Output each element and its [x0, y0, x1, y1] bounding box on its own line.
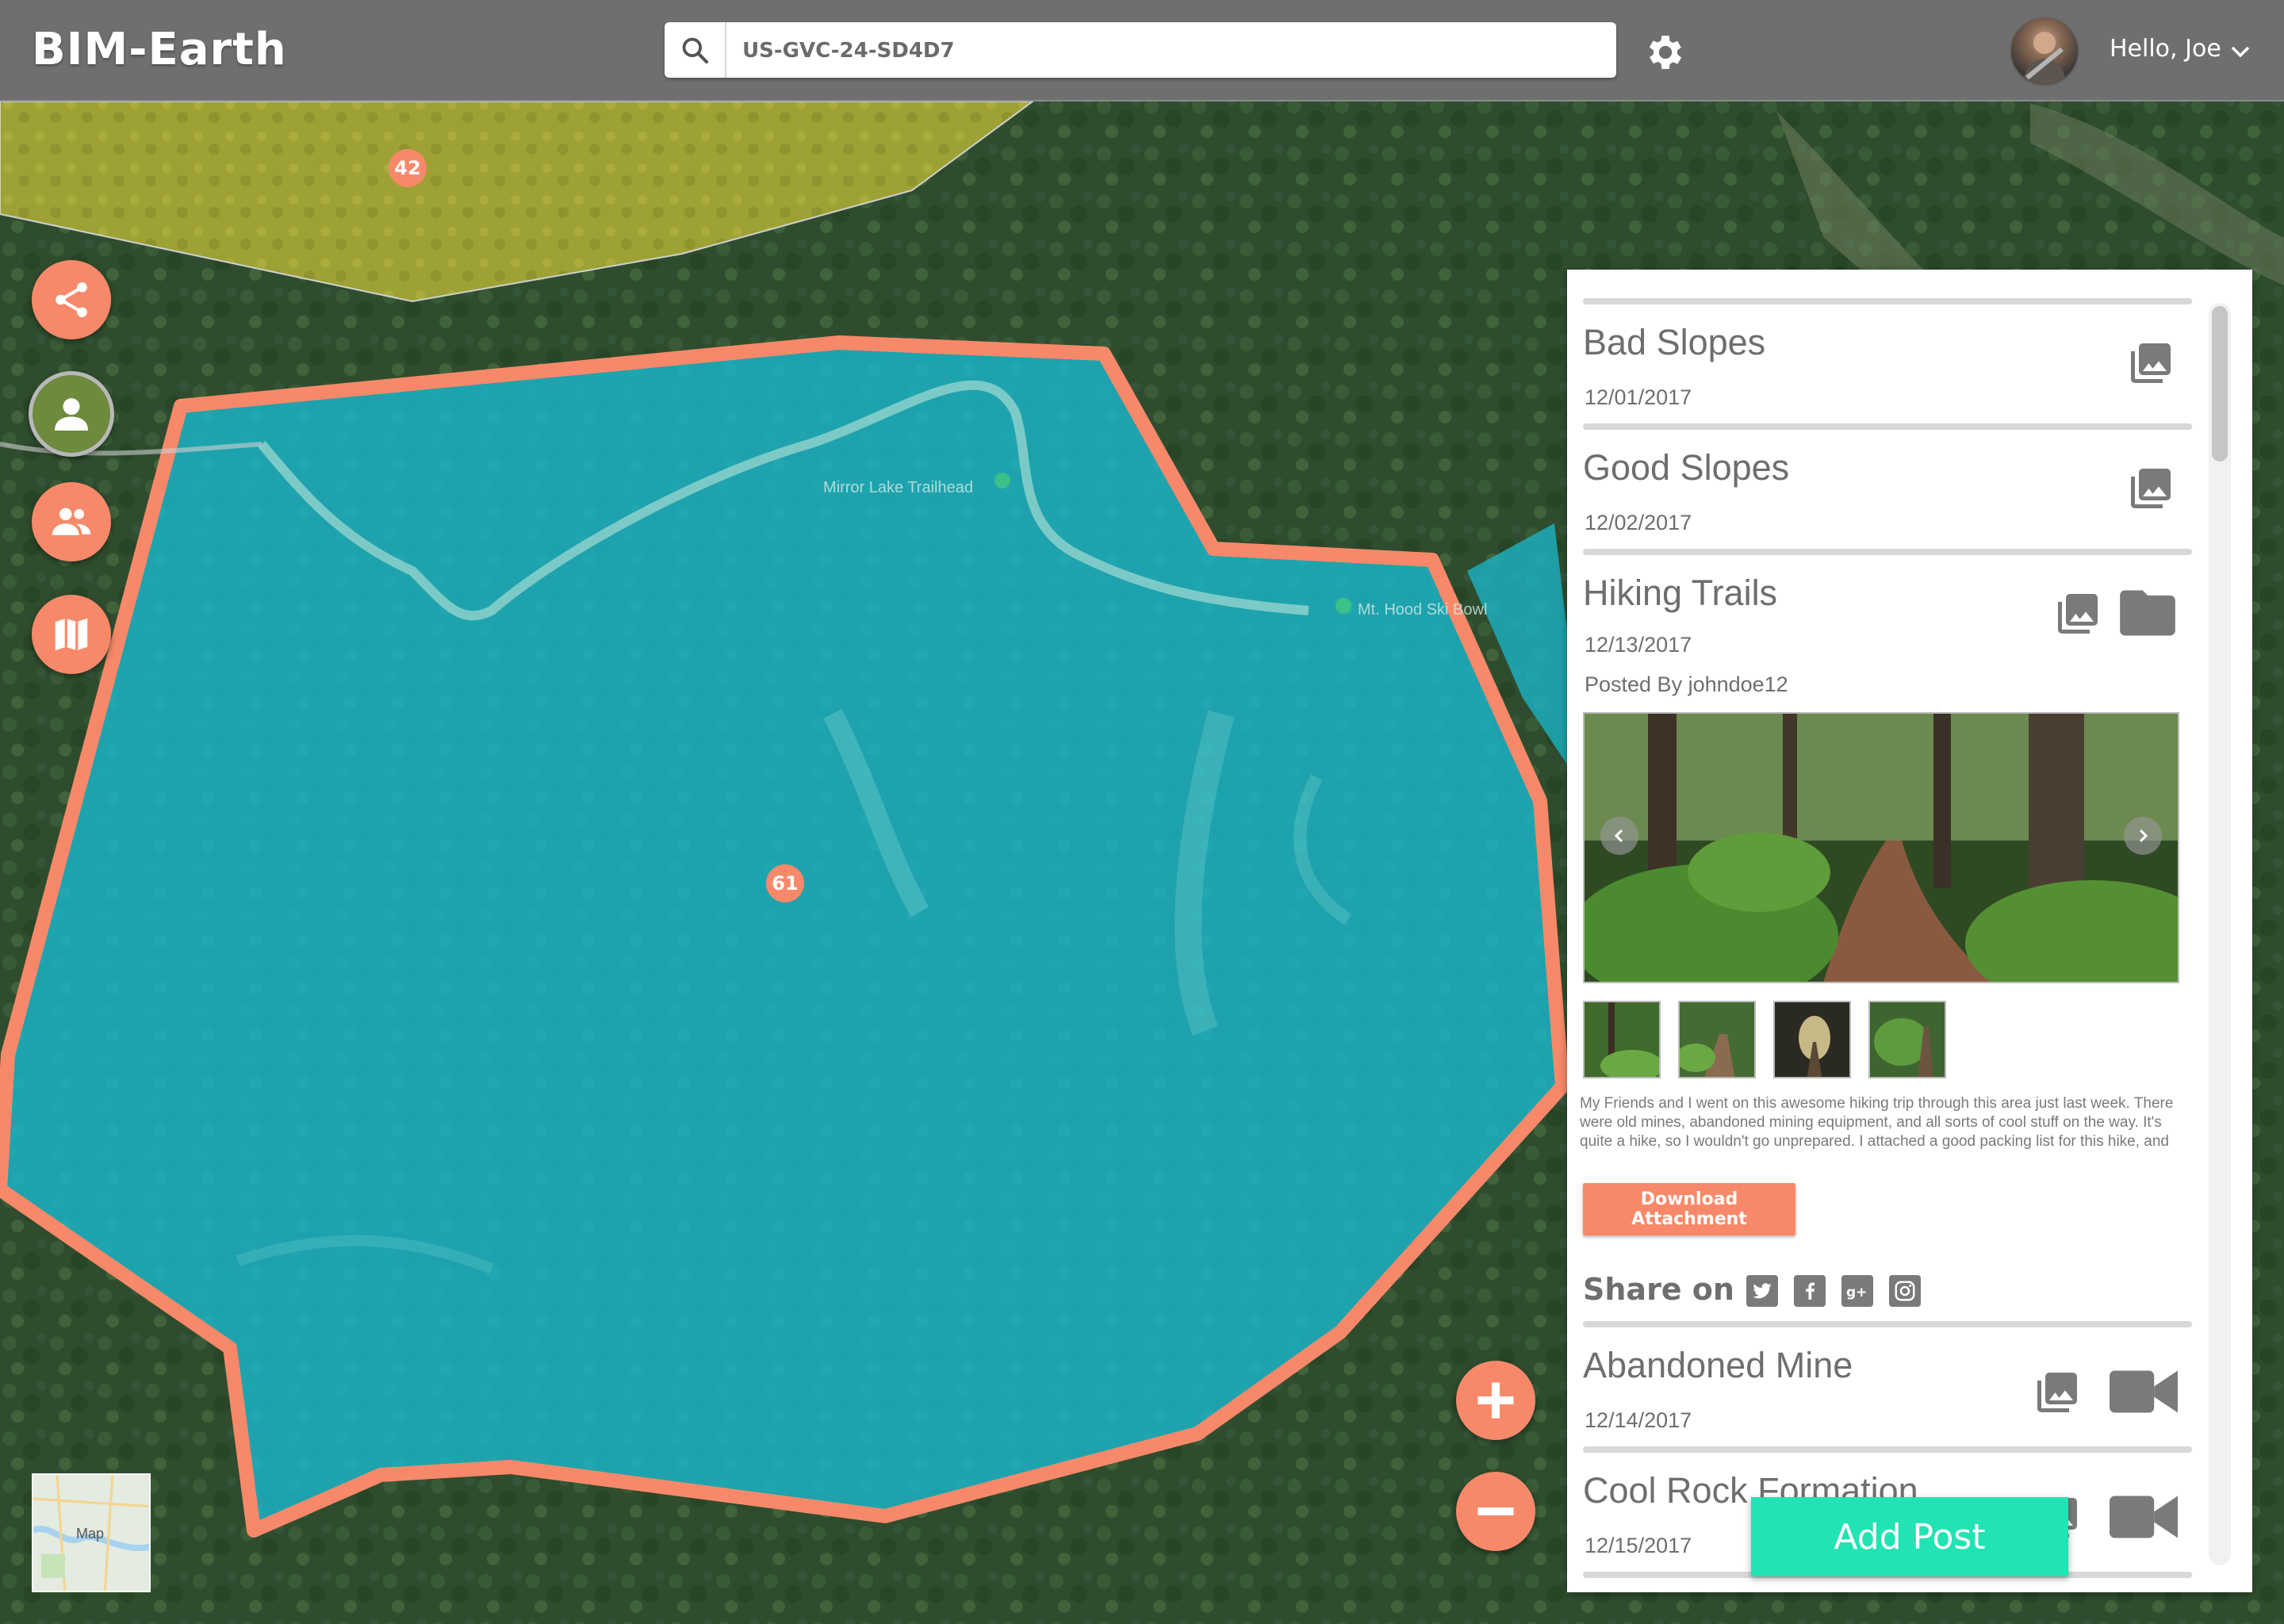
- person-icon: [55, 398, 88, 431]
- posted-by: Posted By johndoe12: [1585, 672, 1788, 696]
- divider: [1583, 1321, 2192, 1327]
- share-label: Share on :: [1583, 1272, 1757, 1307]
- post-title[interactable]: Hiking Trails: [1583, 573, 1777, 614]
- twitter-icon[interactable]: [1746, 1275, 1778, 1307]
- photo-library-icon[interactable]: [2054, 590, 2102, 638]
- post-photo[interactable]: [1583, 712, 2179, 983]
- prev-photo-button[interactable]: [1600, 817, 1638, 855]
- zoom-out-button[interactable]: [1456, 1472, 1535, 1551]
- map-layers-button[interactable]: [32, 595, 111, 674]
- post-title[interactable]: Abandoned Mine: [1583, 1345, 1853, 1386]
- photo-library-icon[interactable]: [2127, 339, 2175, 387]
- cluster-marker-61[interactable]: 61: [766, 864, 804, 902]
- divider: [1583, 1446, 2192, 1453]
- forest-trail-photo: [1585, 714, 2178, 982]
- share-map-button[interactable]: [32, 260, 111, 339]
- next-photo-button[interactable]: [2124, 817, 2162, 855]
- minus-icon: [1477, 1507, 1514, 1515]
- map-icon: [55, 618, 88, 651]
- photo-thumbnail[interactable]: [1583, 1001, 1661, 1078]
- instagram-icon[interactable]: [1889, 1275, 1921, 1307]
- post-title[interactable]: Bad Slopes: [1583, 322, 1765, 363]
- user-greeting[interactable]: Hello, Joe: [2110, 35, 2221, 63]
- photo-thumbnail[interactable]: [1678, 1001, 1756, 1078]
- search-box[interactable]: [665, 22, 1616, 78]
- app-brand[interactable]: BIM-Earth: [32, 24, 287, 75]
- video-camera-icon[interactable]: [2110, 1367, 2178, 1416]
- gear-icon[interactable]: [1643, 30, 1688, 75]
- chevron-left-icon: [1614, 829, 1623, 843]
- my-profile-button[interactable]: [29, 371, 114, 457]
- post-date: 12/14/2017: [1585, 1408, 1692, 1432]
- panel-scrollbar-thumb[interactable]: [2212, 306, 2228, 462]
- share-icon: [56, 282, 87, 318]
- zoom-in-button[interactable]: [1456, 1361, 1535, 1440]
- add-post-button[interactable]: Add Post: [1751, 1497, 2068, 1576]
- photo-library-icon[interactable]: [2127, 465, 2175, 512]
- search-input[interactable]: [741, 33, 1585, 68]
- post-date: 12/02/2017: [1585, 511, 1692, 534]
- top-bar: BIM-Earth Hello, Joe: [0, 0, 2284, 102]
- trailhead-label: Mirror Lake Trailhead: [823, 479, 973, 496]
- post-date: 12/01/2017: [1585, 385, 1692, 409]
- photo-thumbnail[interactable]: [1773, 1001, 1851, 1078]
- photo-thumbnail[interactable]: [1868, 1001, 1946, 1078]
- post-date: 12/15/2017: [1585, 1534, 1692, 1557]
- avatar[interactable]: [2011, 17, 2078, 84]
- panel-scrollbar[interactable]: [2209, 303, 2231, 1565]
- chevron-down-icon[interactable]: [2230, 44, 2251, 60]
- ski-bowl-label: Mt. Hood Ski Bowl: [1358, 601, 1488, 619]
- posts-panel: Bad Slopes 12/01/2017 Good Slopes 12/02/…: [1567, 270, 2252, 1592]
- cluster-marker-42[interactable]: 42: [389, 149, 427, 187]
- divider: [1583, 549, 2192, 555]
- divider: [1583, 298, 2192, 304]
- chevron-right-icon: [2139, 829, 2148, 843]
- groups-button[interactable]: [32, 482, 111, 561]
- search-icon[interactable]: [665, 22, 726, 78]
- video-camera-icon[interactable]: [2110, 1492, 2178, 1542]
- post-description: My Friends and I went on this awesome hi…: [1580, 1095, 2174, 1150]
- svg-text:g+: g+: [1846, 1285, 1867, 1300]
- folder-icon[interactable]: [2117, 585, 2178, 641]
- download-attachment-button[interactable]: Download Attachment: [1583, 1183, 1795, 1235]
- minimap-label: Map: [76, 1526, 105, 1542]
- post-date: 12/13/2017: [1585, 633, 1692, 657]
- facebook-icon[interactable]: [1794, 1275, 1826, 1307]
- divider: [1583, 423, 2192, 430]
- google-plus-icon[interactable]: g+: [1841, 1275, 1873, 1307]
- group-icon: [52, 508, 91, 535]
- post-title[interactable]: Good Slopes: [1583, 447, 1789, 488]
- minimap-toggle[interactable]: Map: [32, 1473, 151, 1592]
- photo-library-icon[interactable]: [2033, 1369, 2081, 1416]
- plus-icon: [1477, 1382, 1514, 1419]
